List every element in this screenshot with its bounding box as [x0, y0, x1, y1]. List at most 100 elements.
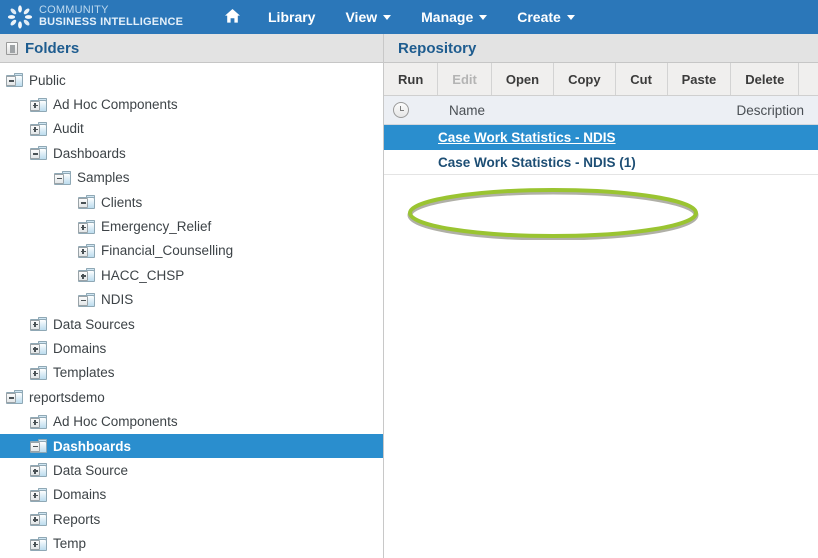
- tree-item-hacc-chsp[interactable]: HACC_CHSP: [0, 263, 383, 287]
- toolbar-edit-button: Edit: [438, 63, 492, 95]
- brand-text: COMMUNITY BUSINESS INTELLIGENCE: [39, 5, 183, 28]
- nav-library[interactable]: Library: [253, 0, 330, 34]
- repository-row-list: Case Work Statistics - NDIS Case Work Sta…: [384, 125, 818, 175]
- tree-item-label: Domains: [53, 340, 107, 356]
- folder-expanded-icon[interactable]: [6, 73, 23, 88]
- tree-item-public[interactable]: Public: [0, 68, 383, 92]
- toolbar-paste-button[interactable]: Paste: [668, 63, 732, 95]
- burst-logo-icon: [7, 4, 33, 30]
- tree-item-label: reportsdemo: [29, 389, 105, 405]
- repository-item-name[interactable]: Case Work Statistics - NDIS: [438, 130, 616, 145]
- tree-item-temp[interactable]: Temp: [0, 531, 383, 555]
- tree-item-data-sources[interactable]: Data Sources: [0, 312, 383, 336]
- folder-collapsed-icon[interactable]: [30, 341, 47, 356]
- tree-item-label: Domains: [53, 487, 107, 503]
- toolbar-button-label: Delete: [745, 71, 785, 87]
- tree-item-label: Emergency_Relief: [101, 219, 212, 235]
- folder-expanded-icon[interactable]: [78, 292, 95, 307]
- tree-item-dashboards[interactable]: Dashboards: [0, 433, 383, 459]
- annotation-layer: [384, 164, 818, 274]
- folder-collapsed-icon[interactable]: [30, 536, 47, 551]
- tree-item-audit[interactable]: Audit: [0, 117, 383, 141]
- folder-collapsed-icon[interactable]: [30, 365, 47, 380]
- tree-item-label: HACC_CHSP: [101, 267, 185, 283]
- tree-item-label: Public: [29, 72, 66, 88]
- folder-collapsed-icon[interactable]: [30, 512, 47, 527]
- repository-panel-header: Repository: [384, 34, 818, 63]
- folder-collapsed-icon[interactable]: [30, 487, 47, 502]
- tree-item-data-source[interactable]: Data Source: [0, 458, 383, 482]
- brand-logo[interactable]: COMMUNITY BUSINESS INTELLIGENCE: [0, 0, 212, 34]
- tree-item-emergency-relief[interactable]: Emergency_Relief: [0, 214, 383, 238]
- toolbar-button-label: Paste: [681, 71, 717, 87]
- repository-toolbar: Run Edit Open Copy Cut Paste Delete: [384, 63, 818, 96]
- toolbar-delete-button[interactable]: Delete: [731, 63, 800, 95]
- tree-item-label: Samples: [77, 170, 130, 186]
- repository-column-header: Name Description: [384, 96, 818, 125]
- toolbar-copy-button[interactable]: Copy: [554, 63, 616, 95]
- tree-item-label: Audit: [53, 121, 84, 137]
- tree-item-domains[interactable]: Domains: [0, 483, 383, 507]
- folder-expanded-icon[interactable]: [6, 390, 23, 405]
- tree-item-dashboards[interactable]: Dashboards: [0, 141, 383, 165]
- nav-view[interactable]: View: [330, 0, 406, 34]
- column-header-name[interactable]: Name: [449, 103, 485, 118]
- collapse-panel-icon[interactable]: [6, 41, 18, 55]
- toolbar-open-button[interactable]: Open: [492, 63, 555, 95]
- tree-item-label: Financial_Counselling: [101, 243, 234, 259]
- tree-item-label: Templates: [53, 365, 115, 381]
- toolbar-button-label: Cut: [630, 71, 652, 87]
- tree-item-ad-hoc-components[interactable]: Ad Hoc Components: [0, 92, 383, 116]
- folder-expanded-icon[interactable]: [54, 170, 71, 185]
- main-navigation: Library View Manage Create: [212, 0, 590, 34]
- nav-home-button[interactable]: [212, 0, 253, 34]
- toolbar-button-label: Run: [398, 71, 424, 87]
- nav-library-label: Library: [268, 9, 316, 25]
- toolbar-button-label: Copy: [568, 71, 601, 87]
- tree-item-reportsdemo[interactable]: reportsdemo: [0, 385, 383, 409]
- folder-tree: Public Ad Hoc Components Audit Dashboards Sa…: [0, 63, 383, 557]
- folder-expanded-icon[interactable]: [30, 439, 47, 454]
- table-row[interactable]: Case Work Statistics - NDIS (1): [384, 150, 818, 175]
- folder-collapsed-icon[interactable]: [30, 317, 47, 332]
- folder-collapsed-icon[interactable]: [78, 268, 95, 283]
- folders-panel-header: Folders: [0, 34, 383, 63]
- tree-item-label: Data Source: [53, 462, 129, 478]
- toolbar-button-label: Edit: [452, 71, 477, 87]
- folder-collapsed-icon[interactable]: [30, 97, 47, 112]
- repository-item-name[interactable]: Case Work Statistics - NDIS (1): [438, 155, 636, 170]
- tree-item-label: Reports: [53, 511, 101, 527]
- toolbar-cut-button[interactable]: Cut: [616, 63, 668, 95]
- repository-panel-title: Repository: [398, 39, 477, 57]
- ellipse-highlight-annotation: [407, 188, 699, 240]
- folder-collapsed-icon[interactable]: [30, 121, 47, 136]
- chevron-down-icon: [383, 14, 392, 20]
- app-header: COMMUNITY BUSINESS INTELLIGENCE Library …: [0, 0, 818, 34]
- tree-item-clients[interactable]: Clients: [0, 190, 383, 214]
- tree-item-label: NDIS: [101, 292, 134, 308]
- tree-item-ndis[interactable]: NDIS: [0, 288, 383, 312]
- tree-item-reports[interactable]: Reports: [0, 507, 383, 531]
- tree-item-domains[interactable]: Domains: [0, 336, 383, 360]
- folder-collapsed-icon[interactable]: [78, 219, 95, 234]
- folder-expanded-icon[interactable]: [30, 146, 47, 161]
- table-row[interactable]: Case Work Statistics - NDIS: [384, 125, 818, 150]
- tree-item-ad-hoc-components[interactable]: Ad Hoc Components: [0, 409, 383, 433]
- tree-item-financial-counselling[interactable]: Financial_Counselling: [0, 239, 383, 263]
- nav-manage[interactable]: Manage: [406, 0, 502, 34]
- toolbar-button-label: Open: [505, 71, 540, 87]
- folder-collapsed-icon[interactable]: [30, 463, 47, 478]
- column-header-description[interactable]: Description: [736, 103, 804, 118]
- folder-collapsed-icon[interactable]: [78, 243, 95, 258]
- tree-item-templates[interactable]: Templates: [0, 361, 383, 385]
- nav-create[interactable]: Create: [502, 0, 590, 34]
- repository-panel: Repository Run Edit Open Copy Cut Paste Delete…: [384, 34, 818, 558]
- folder-expanded-icon[interactable]: [78, 195, 95, 210]
- tree-item-label: Ad Hoc Components: [53, 414, 178, 430]
- folder-collapsed-icon[interactable]: [30, 414, 47, 429]
- brand-line-bi: BUSINESS INTELLIGENCE: [39, 16, 184, 28]
- chevron-down-icon: [566, 14, 575, 20]
- tree-item-samples[interactable]: Samples: [0, 166, 383, 190]
- toolbar-run-button[interactable]: Run: [384, 63, 439, 95]
